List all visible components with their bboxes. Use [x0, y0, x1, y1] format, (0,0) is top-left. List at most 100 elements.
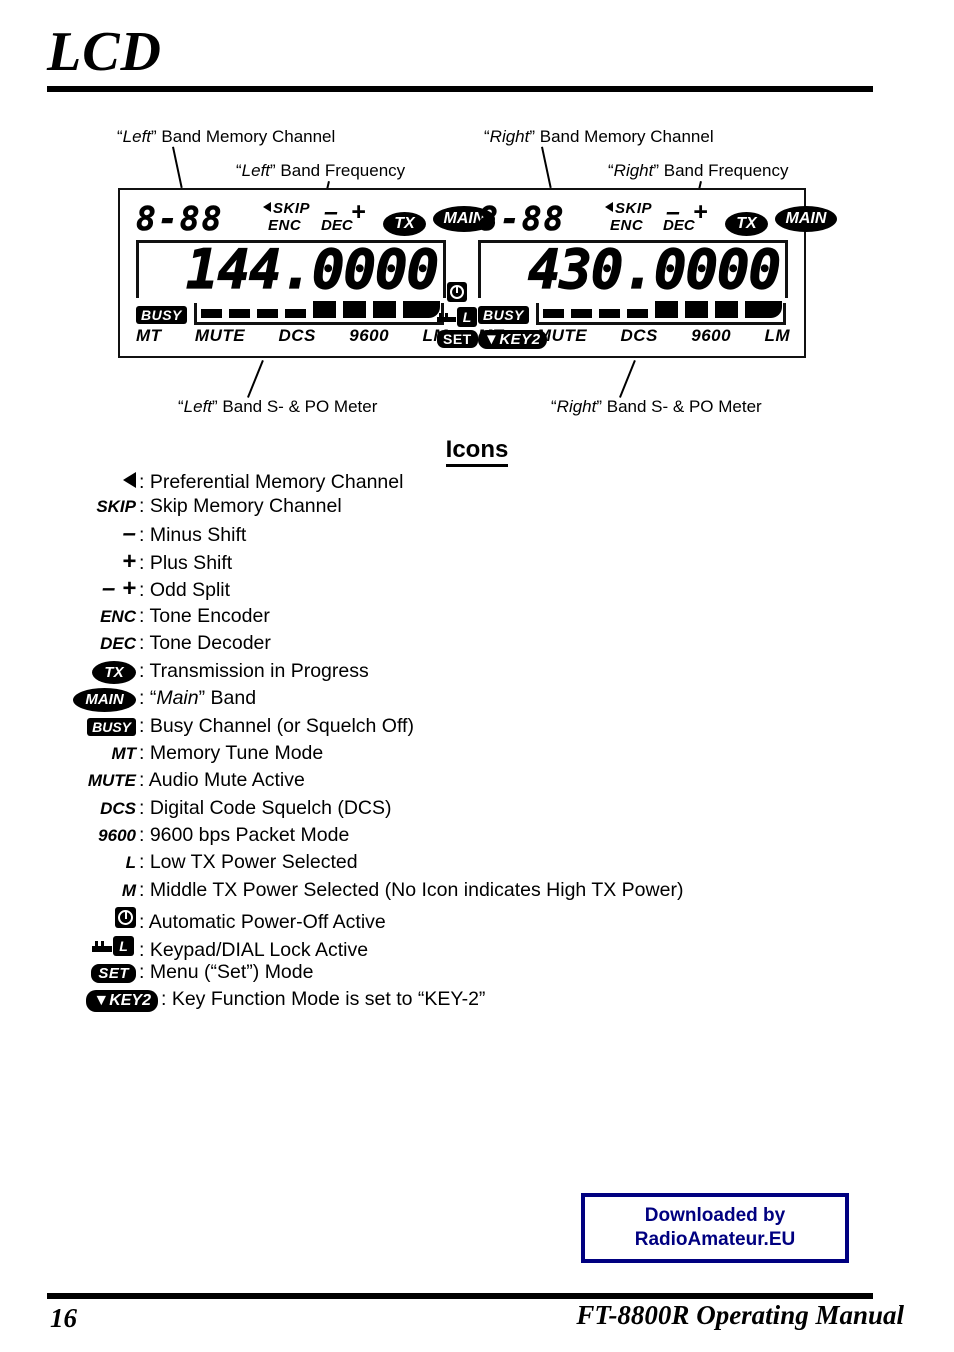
- icon-description: : Digital Code Squelch (DCS): [139, 796, 392, 819]
- lcd-right-main-icon: MAIN: [775, 206, 837, 232]
- meter-bar: [571, 309, 592, 318]
- icon-description: : Menu (“Set”) Mode: [139, 961, 314, 984]
- odd-split-icon: – +: [101, 575, 136, 603]
- icon-glyph: MAIN: [60, 686, 139, 713]
- meter-bar: [599, 309, 620, 318]
- title-rule: [47, 86, 873, 92]
- icon-glyph: [60, 904, 139, 931]
- meter-bar: [627, 309, 648, 318]
- triangle-left-icon: [123, 471, 136, 488]
- meter-bar: [201, 309, 222, 318]
- lcd-right-skip-label: SKIP: [615, 200, 653, 217]
- busy-icon: BUSY: [87, 717, 136, 736]
- mute-icon: MUTE: [87, 771, 136, 791]
- lcd-left-legend-9600: 9600: [349, 326, 390, 345]
- lock-letter: L: [113, 935, 134, 956]
- lcd-right-skip-enc: SKIP ENC: [605, 200, 652, 234]
- set-icon: SET: [91, 964, 136, 984]
- callout-left-meter: “Left” Band S- & PO Meter: [178, 397, 378, 416]
- list-item: L : Low TX Power Selected: [60, 849, 920, 876]
- leader-line-right-meter: [619, 360, 636, 398]
- icon-description: : Tone Encoder: [139, 604, 270, 627]
- list-item: MUTE : Audio Mute Active: [60, 767, 920, 794]
- mt-icon: MT: [111, 743, 136, 763]
- lcd-right-legend-dcs: DCS: [620, 326, 658, 345]
- callout-right-frequency: “Right” Band Frequency: [608, 161, 789, 180]
- icon-description: : Audio Mute Active: [139, 769, 305, 792]
- lcd-right-memory-channel: 8-88: [478, 199, 566, 238]
- list-item: SKIP : Skip Memory Channel: [60, 493, 920, 520]
- meter-bar: [313, 301, 336, 318]
- icon-description: : Low TX Power Selected: [139, 851, 358, 874]
- list-item: MT : Memory Tune Mode: [60, 740, 920, 767]
- skip-icon: SKIP: [96, 497, 136, 517]
- lcd-right-s-meter: [536, 301, 786, 325]
- list-item: – + : Odd Split: [60, 576, 920, 603]
- list-item: MAIN : “Main” Band: [60, 685, 920, 713]
- icons-heading: Icons: [0, 436, 954, 467]
- lcd-left-s-meter: [194, 301, 444, 325]
- lcd-set-badge: SET: [437, 330, 478, 348]
- lcd-left-legend: MT MUTE DCS 9600 LM: [136, 326, 448, 346]
- key2-icon: ▼KEY2: [86, 990, 158, 1013]
- main-icon: MAIN: [73, 688, 136, 713]
- icon-glyph: ▼KEY2: [60, 988, 161, 1015]
- icon-description: : Middle TX Power Selected (No Icon indi…: [139, 878, 684, 901]
- page-number: 16: [50, 1303, 77, 1333]
- lcd-left-top-indicators: 8-88 SKIP ENC – + DEC TX MAIN: [128, 198, 495, 242]
- icon-glyph: MT: [60, 740, 139, 767]
- keypad-lock-icon: L: [92, 935, 136, 956]
- meter-bar: [373, 301, 396, 318]
- lcd-left-legend-mt: MT: [136, 326, 162, 345]
- icon-description: : Odd Split: [139, 579, 231, 602]
- list-item: M : Middle TX Power Selected (No Icon in…: [60, 877, 920, 904]
- download-notice-line1: Downloaded by: [644, 1205, 786, 1226]
- lcd-left-skip-label: SKIP: [273, 200, 311, 217]
- icon-glyph: TX: [60, 659, 139, 686]
- list-item: TX : Transmission in Progress: [60, 658, 920, 685]
- list-item: : Preferential Memory Channel: [60, 466, 920, 493]
- footer-manual-title: FT-8800R Operating Manual: [576, 1300, 904, 1330]
- icon-description: : Busy Channel (or Squelch Off): [139, 714, 414, 737]
- lcd-left-busy-icon: BUSY: [136, 306, 187, 324]
- icon-description: : Transmission in Progress: [139, 659, 369, 682]
- icon-description: : Plus Shift: [139, 551, 233, 574]
- icons-legend-list: : Preferential Memory Channel SKIP : Ski…: [60, 466, 920, 1014]
- lcd-left-tx-icon: TX: [383, 212, 426, 236]
- icon-description: : Preferential Memory Channel: [139, 470, 404, 493]
- icon-description: : “Main” Band: [139, 687, 257, 710]
- auto-power-off-icon: [115, 907, 136, 929]
- meter-bar: [655, 301, 678, 318]
- icon-glyph: BUSY: [60, 713, 139, 740]
- lock-letter-badge: L: [457, 307, 477, 327]
- list-item: ▼KEY2 : Key Function Mode is set to “KEY…: [60, 986, 920, 1013]
- page: LCD “Left” Band Memory Channel “Left” Ba…: [0, 0, 954, 1352]
- icon-glyph: ENC: [60, 603, 139, 630]
- list-item: + : Plus Shift: [60, 548, 920, 575]
- leader-line-left-meter: [247, 360, 264, 398]
- leader-line-right-memory: [541, 146, 552, 189]
- callout-left-memory-channel: “Left” Band Memory Channel: [117, 127, 336, 146]
- meter-bar: [285, 309, 306, 318]
- lcd-left-skip-enc: SKIP ENC: [263, 200, 310, 234]
- lcd-right-legend-9600: 9600: [691, 326, 732, 345]
- lcd-right-dec-label: DEC: [663, 217, 695, 234]
- icon-glyph: SKIP: [60, 494, 139, 521]
- icon-description: : Tone Decoder: [139, 632, 271, 655]
- icon-glyph: DEC: [60, 631, 139, 658]
- lcd-right-legend-lm: LM: [764, 326, 790, 345]
- icon-description: : Skip Memory Channel: [139, 495, 342, 518]
- footer-rule: [47, 1293, 873, 1299]
- lcd-left-band: 8-88 SKIP ENC – + DEC TX MAIN 144.0000 B…: [128, 190, 495, 356]
- list-item: 9600 : 9600 bps Packet Mode: [60, 822, 920, 849]
- preferential-memory-triangle-icon: [605, 202, 613, 212]
- meter-bar: [685, 301, 708, 318]
- lcd-right-tx-icon: TX: [725, 212, 768, 236]
- icon-description: : Automatic Power-Off Active: [139, 911, 386, 934]
- enc-icon: ENC: [100, 606, 136, 626]
- lcd-left-enc-label: ENC: [268, 217, 302, 234]
- download-notice-line2: RadioAmateur.EU: [634, 1229, 796, 1250]
- meter-bar: [343, 301, 366, 318]
- list-item: DEC : Tone Decoder: [60, 630, 920, 657]
- dcs-icon: DCS: [100, 798, 136, 818]
